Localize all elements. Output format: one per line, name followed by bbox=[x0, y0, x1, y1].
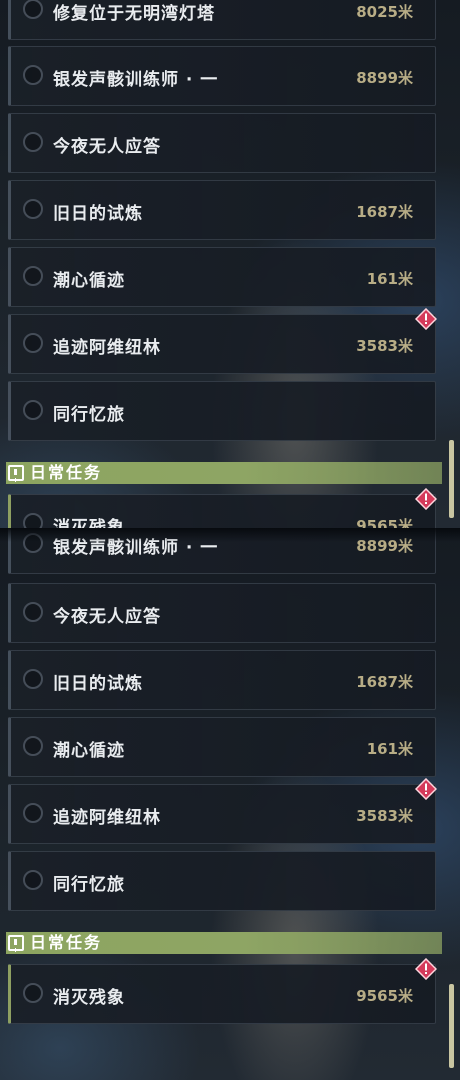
quest-name: 今夜无人应答 bbox=[53, 137, 161, 157]
quest-status-icon bbox=[23, 983, 43, 1003]
quest-status-icon bbox=[23, 400, 43, 420]
quest-item[interactable]: 银发声骸训练师 · 一 8899米 bbox=[8, 528, 436, 574]
quest-item[interactable]: 追迹阿维纽林 3583米 bbox=[8, 784, 436, 844]
quest-status-icon bbox=[23, 602, 43, 622]
quest-item[interactable]: 追迹阿维纽林 3583米 bbox=[8, 314, 436, 374]
quest-name: 同行忆旅 bbox=[53, 875, 125, 895]
quest-item[interactable]: 潮心循迹 161米 bbox=[8, 247, 436, 307]
quest-item[interactable]: 消灭残象 9565米 bbox=[8, 964, 436, 1024]
quest-status-icon bbox=[23, 266, 43, 286]
scrollbar-thumb[interactable] bbox=[449, 440, 454, 518]
quest-name: 今夜无人应答 bbox=[53, 607, 161, 627]
quest-status-icon bbox=[23, 0, 43, 19]
quest-distance: 161米 bbox=[366, 740, 413, 758]
quest-distance: 8025米 bbox=[356, 3, 413, 21]
quest-list-top: 修复位于无明湾灯塔 8025米 银发声骸训练师 · 一 8899米 今夜无人应答… bbox=[0, 0, 460, 528]
quest-distance: 8899米 bbox=[356, 537, 413, 555]
quest-name: 消灭残象 bbox=[53, 518, 125, 528]
quest-status-icon bbox=[23, 132, 43, 152]
quest-status-icon bbox=[23, 803, 43, 823]
quest-name: 追迹阿维纽林 bbox=[53, 808, 161, 828]
quest-distance: 9565米 bbox=[356, 517, 413, 528]
quest-status-icon bbox=[23, 533, 43, 553]
quest-distance: 161米 bbox=[366, 270, 413, 288]
quest-status-icon bbox=[23, 333, 43, 353]
alert-icon bbox=[415, 308, 437, 330]
quest-item[interactable]: 旧日的试炼 1687米 bbox=[8, 650, 436, 710]
quest-item[interactable]: 银发声骸训练师 · 一 8899米 bbox=[8, 46, 436, 106]
quest-name: 银发声骸训练师 · 一 bbox=[53, 70, 219, 90]
section-title: 日常任务 bbox=[30, 933, 103, 952]
quest-item[interactable]: 消灭残象 9565米 bbox=[8, 494, 436, 528]
quest-item[interactable]: 今夜无人应答 bbox=[8, 583, 436, 643]
daily-quest-section-header[interactable]: 日常任务 bbox=[6, 462, 442, 484]
quest-status-icon bbox=[23, 870, 43, 890]
quest-name: 同行忆旅 bbox=[53, 405, 125, 425]
quest-name: 潮心循迹 bbox=[53, 741, 125, 761]
quest-status-icon bbox=[23, 669, 43, 689]
quest-item[interactable]: 旧日的试炼 1687米 bbox=[8, 180, 436, 240]
section-title: 日常任务 bbox=[30, 463, 103, 482]
quest-status-icon bbox=[23, 736, 43, 756]
daily-quest-section-header[interactable]: 日常任务 bbox=[6, 932, 442, 954]
quest-distance: 9565米 bbox=[356, 987, 413, 1005]
quest-name: 追迹阿维纽林 bbox=[53, 338, 161, 358]
exclamation-box-icon bbox=[8, 935, 24, 951]
exclamation-box-icon bbox=[8, 465, 24, 481]
quest-name: 修复位于无明湾灯塔 bbox=[53, 4, 215, 24]
quest-status-icon bbox=[23, 199, 43, 219]
quest-distance: 8899米 bbox=[356, 69, 413, 87]
quest-status-icon bbox=[23, 65, 43, 85]
quest-distance: 3583米 bbox=[356, 337, 413, 355]
alert-icon bbox=[415, 488, 437, 510]
quest-name: 银发声骸训练师 · 一 bbox=[53, 538, 219, 558]
quest-name: 消灭残象 bbox=[53, 988, 125, 1008]
quest-item[interactable]: 同行忆旅 bbox=[8, 381, 436, 441]
alert-icon bbox=[415, 778, 437, 800]
quest-item[interactable]: 潮心循迹 161米 bbox=[8, 717, 436, 777]
quest-status-icon bbox=[23, 513, 43, 528]
quest-item[interactable]: 同行忆旅 bbox=[8, 851, 436, 911]
scrollbar-thumb[interactable] bbox=[449, 984, 454, 1068]
quest-distance: 1687米 bbox=[356, 203, 413, 221]
quest-item[interactable]: 今夜无人应答 bbox=[8, 113, 436, 173]
quest-distance: 3583米 bbox=[356, 807, 413, 825]
quest-name: 潮心循迹 bbox=[53, 271, 125, 291]
alert-icon bbox=[415, 958, 437, 980]
quest-name: 旧日的试炼 bbox=[53, 674, 143, 694]
quest-name: 旧日的试炼 bbox=[53, 204, 143, 224]
quest-list-bottom: 银发声骸训练师 · 一 8899米 今夜无人应答 旧日的试炼 1687米 潮心循… bbox=[0, 528, 460, 1080]
quest-distance: 1687米 bbox=[356, 673, 413, 691]
quest-item[interactable]: 修复位于无明湾灯塔 8025米 bbox=[8, 0, 436, 40]
